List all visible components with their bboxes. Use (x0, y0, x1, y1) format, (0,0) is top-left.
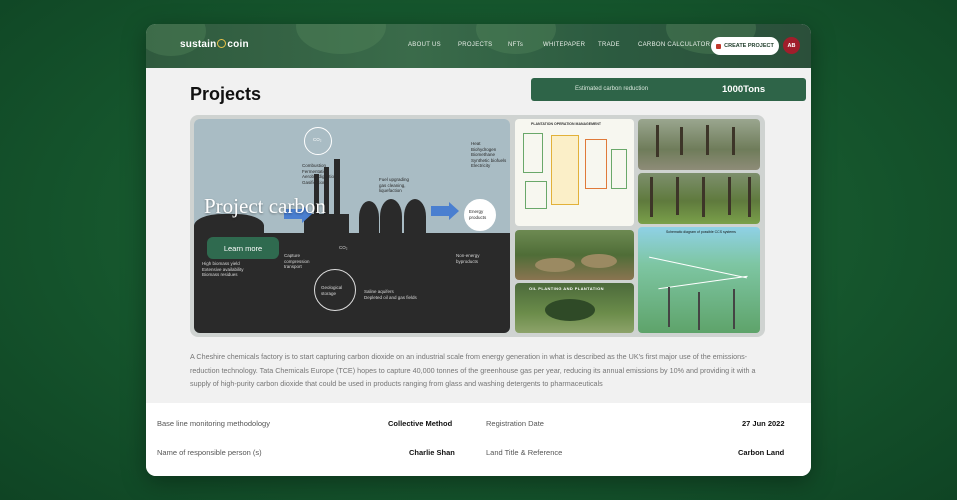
nav-whitepaper[interactable]: WHITEPAPER (543, 42, 585, 48)
top-nav: sustain coin ABOUT US PROJECTS NFTs WHITE… (146, 24, 811, 68)
energy-products-label: Energy products (469, 209, 487, 220)
tree-trunk (680, 127, 683, 155)
responsible-person-label: Name of responsible person (s) (157, 448, 262, 457)
page-title: Projects (190, 84, 262, 104)
tree-trunk (748, 177, 751, 217)
user-avatar[interactable]: AB (783, 37, 800, 54)
storage-label: Geological storage (321, 285, 343, 296)
thumbnail-plantation-rows[interactable] (638, 119, 760, 170)
responsible-person-value: Charlie Shan (409, 448, 455, 457)
nav-foliage (296, 24, 386, 54)
land-title-label: Land Title & Reference (486, 448, 563, 457)
land-title-value: Carbon Land (738, 448, 785, 457)
carbon-reduction-value: 1000Tons (722, 84, 766, 95)
thumbnail-seedling-field[interactable] (515, 230, 634, 280)
create-project-button[interactable]: CREATE PROJECT (711, 37, 779, 55)
diagram-block (525, 181, 547, 209)
well-shaft (733, 289, 735, 329)
carbon-reduction-label: Estimated carbon reduction (575, 86, 649, 92)
oil-planting-banner: OIL PLANTING AND PLANTATION (529, 286, 604, 291)
logo[interactable]: sustain coin (180, 39, 249, 50)
tree-canopy (545, 299, 595, 321)
logo-text-left: sustain (180, 39, 217, 50)
project-details: Base line monitoring methodology Collect… (146, 403, 811, 476)
methodology-label: Base line monitoring methodology (157, 419, 270, 428)
nav-carbon-calculator[interactable]: CARBON CALCULATOR (638, 42, 710, 48)
project-description: A Cheshire chemicals factory is to start… (190, 352, 756, 388)
aquifers-label: Saline aquifers Depleted oil and gas fie… (364, 289, 417, 300)
thumbnail-rubber-trees[interactable] (638, 173, 760, 224)
products-label: Heat Biohydrogen Biomethane Synthetic bi… (471, 141, 507, 168)
pipeline (648, 256, 748, 279)
plantation-title: PLANTATION OPERATION MANAGEMENT (531, 122, 601, 126)
tree-trunk (676, 177, 679, 215)
thumbnail-plantation-diagram[interactable]: PLANTATION OPERATION MANAGEMENT (515, 119, 634, 226)
nav-trade[interactable]: TRADE (598, 42, 620, 48)
app-window: sustain coin ABOUT US PROJECTS NFTs WHITE… (146, 24, 811, 476)
thumbnail-oil-planting[interactable]: OIL PLANTING AND PLANTATION (515, 283, 634, 333)
logo-text-right: coin (227, 39, 249, 50)
methodology-value: Collective Method (388, 419, 453, 428)
soil-mound (535, 258, 575, 272)
soil-mound (581, 254, 617, 268)
diagram-block (551, 135, 579, 205)
registration-date-value: 27 Jun 2022 (742, 419, 785, 428)
capture-label: Capture compression transport (284, 253, 310, 269)
tree-trunk (728, 177, 731, 215)
well-shaft (668, 287, 670, 327)
nav-foliage (476, 24, 556, 54)
tree-trunk (650, 177, 653, 217)
carbon-reduction-card: Estimated carbon reduction 1000Tons (531, 78, 806, 101)
learn-more-button[interactable]: Learn more (207, 237, 279, 259)
flow-arrow (431, 206, 449, 216)
diagram-block (523, 133, 543, 173)
create-project-icon (716, 43, 722, 49)
storage-tank (359, 201, 379, 234)
pipeline (658, 275, 748, 290)
nav-projects[interactable]: PROJECTS (458, 42, 492, 48)
co2-top-label: CO₂ (313, 137, 322, 142)
co2-mid-label: CO₂ (339, 245, 348, 250)
process-label: Combustion Fermentation Aerobic digestio… (302, 163, 337, 185)
main-project-image[interactable]: CO₂ Combustion Fermentation Aerobic dige… (194, 119, 510, 333)
biomass-label: High biomass yield Extensive availabilit… (202, 261, 244, 277)
ccs-title: Schematic diagram of possible CCS system… (666, 230, 736, 234)
storage-tank (380, 199, 402, 234)
thumbnail-ccs-schematic[interactable]: Schematic diagram of possible CCS system… (638, 227, 760, 333)
storage-tank (404, 199, 426, 234)
diagram-block (585, 139, 607, 189)
project-name: Project carbon (204, 194, 326, 218)
upgrade-label: Fuel upgrading gas cleaning, liquefactio… (379, 177, 410, 193)
flow-arrow (449, 202, 459, 220)
tree-trunk (656, 125, 659, 157)
well-shaft (698, 292, 700, 330)
nav-nfts[interactable]: NFTs (508, 42, 523, 48)
non-energy-label: Non-energy byproducts (456, 253, 480, 264)
tree-trunk (706, 125, 709, 155)
tree-trunk (702, 177, 705, 217)
project-gallery: CO₂ Combustion Fermentation Aerobic dige… (190, 115, 765, 337)
tree-trunk (732, 127, 735, 155)
coin-icon (217, 39, 227, 48)
nav-about-us[interactable]: ABOUT US (408, 42, 441, 48)
create-project-label: CREATE PROJECT (724, 43, 774, 49)
diagram-block (611, 149, 627, 189)
registration-date-label: Registration Date (486, 419, 544, 428)
